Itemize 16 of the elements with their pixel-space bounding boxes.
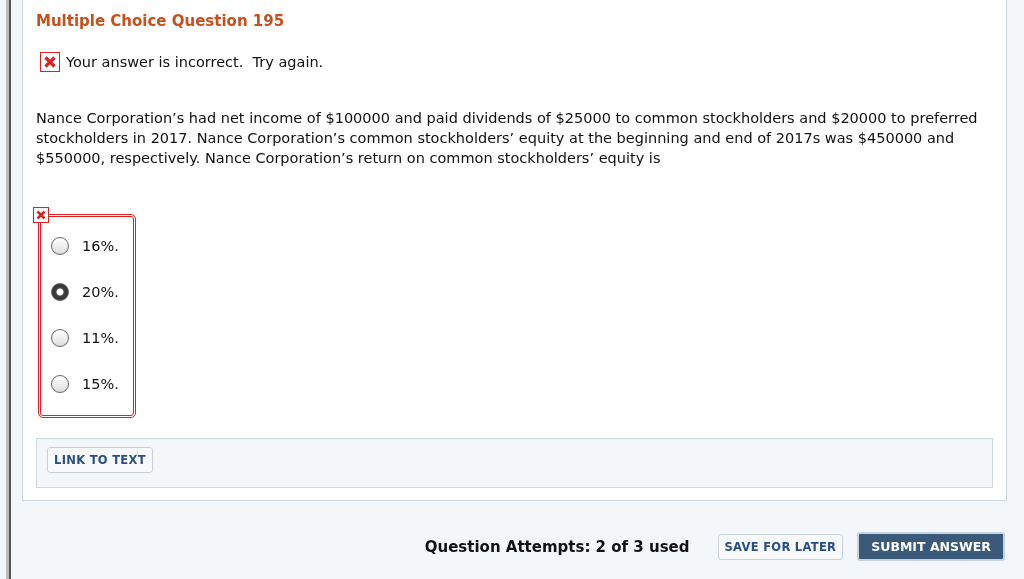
- option-label[interactable]: 16%.: [82, 238, 119, 254]
- radio-button[interactable]: [51, 375, 69, 393]
- radio-button[interactable]: [51, 237, 69, 255]
- option-label[interactable]: 11%.: [82, 330, 119, 346]
- submit-answer-button[interactable]: SUBMIT ANSWER: [857, 532, 1005, 561]
- radio-button[interactable]: [51, 283, 69, 301]
- radio-button[interactable]: [51, 329, 69, 347]
- feedback-message: Your answer is incorrect. Try again.: [66, 54, 324, 70]
- option-label[interactable]: 15%.: [82, 376, 119, 392]
- link-to-text-button[interactable]: LINK TO TEXT: [47, 447, 153, 473]
- error-x-icon: [40, 52, 60, 72]
- attempts-text: Question Attempts: 2 of 3 used: [424, 537, 690, 556]
- question-text: Nance Corporation’s had net income of $100000 and paid dividends of $25000 to common stockholders and $20000 to preferred stockholders in 2017. Nance Corporation’s common stockholders’ equity at the beginning and end of 2017s was $450000 and $550000, respectively. Nance Corporation’s return on common stockholders’ equity is: [36, 109, 979, 168]
- question-title: Multiple Choice Question 195: [36, 12, 286, 30]
- save-for-later-button[interactable]: SAVE FOR LATER: [717, 533, 844, 560]
- option-label[interactable]: 20%.: [82, 284, 119, 300]
